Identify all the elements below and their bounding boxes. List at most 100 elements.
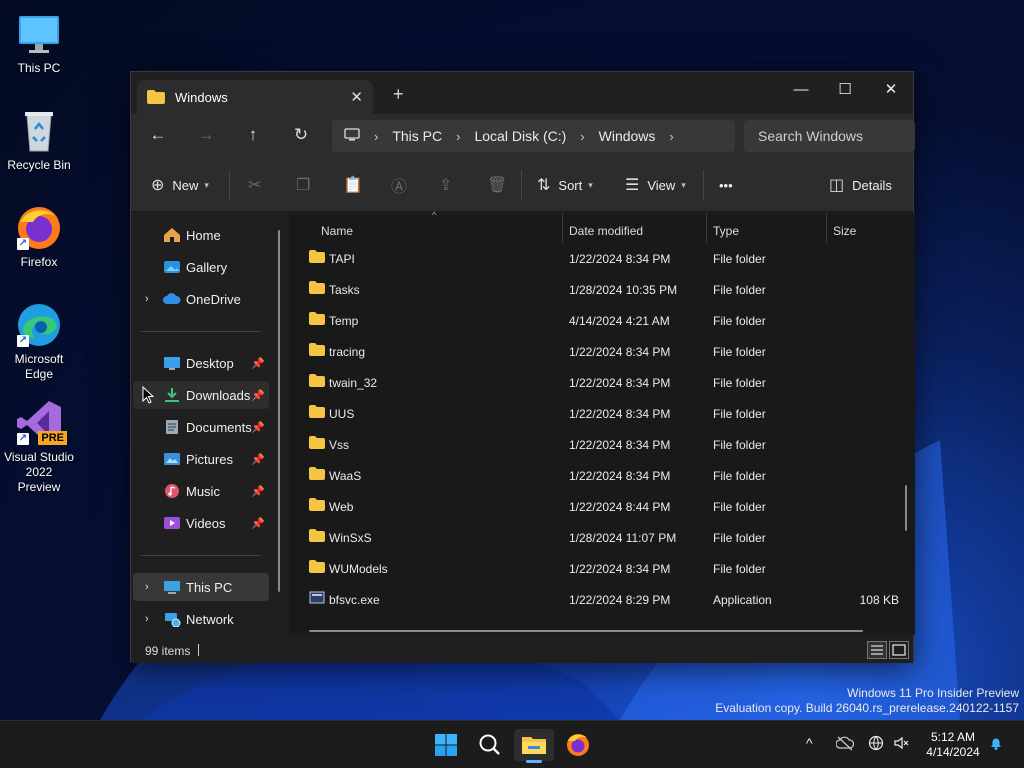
table-row[interactable]: Vss 1/22/2024 8:34 PM File folder — [289, 429, 909, 460]
pin-icon[interactable]: 📌 — [251, 357, 265, 370]
chevron-right-icon[interactable]: › — [145, 293, 149, 305]
vertical-scrollbar-thumb[interactable] — [905, 485, 907, 531]
file-list: ^ Name Date modified Type Size TAPI 1/22/… — [289, 210, 915, 635]
start-button[interactable] — [426, 729, 466, 761]
windows-watermark: Windows 11 Pro Insider Preview Evaluatio… — [715, 686, 1019, 716]
back-button[interactable]: ← — [143, 124, 173, 146]
clock-date: 4/14/2024 — [926, 745, 980, 759]
sidebar-item-gallery[interactable]: Gallery — [133, 253, 269, 281]
desktop-icon-recycle-bin[interactable]: Recycle Bin — [0, 107, 78, 173]
sidebar-item-network[interactable]: › Network — [133, 605, 269, 633]
sidebar-item-documents[interactable]: Documents 📌 — [133, 413, 269, 441]
file-name: Vss — [329, 438, 350, 452]
navigation-scrollbar[interactable] — [278, 230, 280, 592]
table-row[interactable]: Tasks 1/28/2024 10:35 PM File folder — [289, 274, 909, 305]
new-tab-button[interactable]: + — [393, 84, 404, 105]
chevron-right-icon[interactable]: › — [145, 581, 149, 593]
chevron-right-icon[interactable]: › — [145, 613, 149, 625]
pin-icon[interactable]: 📌 — [251, 485, 265, 498]
close-button[interactable]: ✕ — [868, 76, 914, 106]
table-row[interactable]: WinSxS 1/28/2024 11:07 PM File folder — [289, 522, 909, 553]
sort-button[interactable]: ⇅ Sort ▾ — [537, 174, 593, 196]
forward-button[interactable]: → — [191, 124, 221, 146]
tab-close-icon[interactable]: ✕ — [350, 88, 363, 106]
column-header-type[interactable]: Type — [713, 219, 739, 243]
table-row[interactable]: bfsvc.exe 1/22/2024 8:29 PM Application 108… — [289, 584, 909, 615]
tiles-view-button[interactable] — [889, 641, 909, 659]
table-row[interactable]: UUS 1/22/2024 8:34 PM File folder — [289, 398, 909, 429]
home-icon — [163, 227, 181, 243]
search-button[interactable] — [470, 729, 510, 761]
file-date: 1/22/2024 8:29 PM — [569, 593, 671, 607]
column-divider[interactable] — [826, 213, 827, 243]
paste-button[interactable]: 📋 — [343, 174, 371, 196]
details-button[interactable]: ◫ Details — [829, 174, 892, 196]
sidebar-item-this-pc[interactable]: › This PC — [133, 573, 269, 601]
globe-network-icon[interactable] — [868, 735, 886, 754]
minimize-button[interactable]: — — [778, 76, 824, 106]
refresh-button[interactable]: ↻ — [286, 124, 316, 146]
table-row[interactable]: tracing 1/22/2024 8:34 PM File folder — [289, 336, 909, 367]
file-name: TAPI — [329, 252, 355, 266]
pin-icon[interactable]: 📌 — [251, 421, 265, 434]
up-button[interactable]: ↑ — [238, 124, 268, 146]
pin-icon[interactable]: 📌 — [251, 517, 265, 530]
volume-muted-icon[interactable] — [893, 735, 911, 754]
pin-icon[interactable]: 📌 — [251, 453, 265, 466]
rename-button[interactable]: Ⓐ — [391, 174, 415, 196]
show-hidden-icons-button[interactable]: ^ — [806, 735, 813, 751]
sidebar-item-pictures[interactable]: Pictures 📌 — [133, 445, 269, 473]
column-divider[interactable] — [706, 213, 707, 243]
sidebar-item-desktop[interactable]: Desktop 📌 — [133, 349, 269, 377]
list-view-icon: ☰ — [625, 177, 640, 194]
taskbar-file-explorer[interactable] — [514, 729, 554, 763]
file-type: File folder — [713, 314, 766, 328]
details-view-button[interactable] — [867, 641, 887, 659]
breadcrumb-this-pc[interactable]: This PC — [392, 128, 442, 144]
horizontal-scrollbar-thumb[interactable] — [309, 630, 863, 632]
more-options-button[interactable]: ••• — [719, 174, 733, 196]
search-input[interactable]: Search Windows — [744, 120, 915, 152]
address-row: ← → ↑ ↻ › This PC › Local Disk (C:) › Wi… — [131, 114, 915, 156]
taskbar-firefox[interactable] — [558, 729, 598, 761]
new-label: New — [172, 177, 199, 193]
desktop-icon-edge[interactable]: ↗ Microsoft Edge — [0, 301, 78, 382]
new-button[interactable]: ⊕ New ▾ — [151, 174, 209, 196]
copy-button[interactable]: ❐ — [296, 174, 318, 196]
column-header-size[interactable]: Size — [833, 219, 856, 243]
clock-time: 5:12 AM — [930, 730, 976, 744]
table-row[interactable]: twain_32 1/22/2024 8:34 PM File folder — [289, 367, 909, 398]
address-bar[interactable]: › This PC › Local Disk (C:) › Windows › — [332, 120, 735, 152]
desktop-icon-this-pc[interactable]: This PC — [0, 10, 78, 76]
sidebar-item-videos[interactable]: Videos 📌 — [133, 509, 269, 537]
table-row[interactable]: Web 1/22/2024 8:44 PM File folder — [289, 491, 909, 522]
pin-icon[interactable]: 📌 — [251, 389, 265, 402]
notification-bell-icon[interactable] — [988, 735, 1004, 754]
desktop-icon-label: Recycle Bin — [7, 158, 71, 172]
delete-button[interactable]: 🗑 — [487, 174, 515, 196]
desktop-icon-visual-studio[interactable]: PRE ↗ Visual Studio 2022 Preview — [0, 399, 78, 495]
sidebar-item-home[interactable]: Home — [133, 221, 269, 249]
system-clock[interactable]: 5:12 AM 4/14/2024 — [921, 730, 985, 760]
file-type: File folder — [713, 531, 766, 545]
tab-windows[interactable]: Windows ✕ — [137, 80, 373, 114]
view-button[interactable]: ☰ View ▾ — [625, 174, 686, 196]
onedrive-offline-icon[interactable] — [835, 735, 855, 754]
maximize-button[interactable]: ☐ — [822, 76, 868, 106]
desktop-icon-firefox[interactable]: ↗ Firefox — [0, 204, 78, 270]
column-header-date[interactable]: Date modified — [569, 219, 643, 243]
cut-button[interactable]: ✂ — [248, 174, 269, 196]
breadcrumb-windows[interactable]: Windows — [599, 128, 656, 144]
folder-icon — [309, 343, 325, 356]
table-row[interactable]: WaaS 1/22/2024 8:34 PM File folder — [289, 460, 909, 491]
breadcrumb-local-disk[interactable]: Local Disk (C:) — [474, 128, 566, 144]
sidebar-item-music[interactable]: Music 📌 — [133, 477, 269, 505]
share-button[interactable]: ⇪ — [439, 174, 460, 196]
sidebar-item-onedrive[interactable]: › OneDrive — [133, 285, 269, 313]
table-row[interactable]: Temp 4/14/2024 4:21 AM File folder — [289, 305, 909, 336]
table-row[interactable]: WUModels 1/22/2024 8:34 PM File folder — [289, 553, 909, 584]
column-divider[interactable] — [562, 213, 563, 243]
table-row[interactable]: TAPI 1/22/2024 8:34 PM File folder — [289, 243, 909, 274]
file-name: UUS — [329, 407, 355, 421]
column-header-name[interactable]: Name — [321, 219, 353, 243]
